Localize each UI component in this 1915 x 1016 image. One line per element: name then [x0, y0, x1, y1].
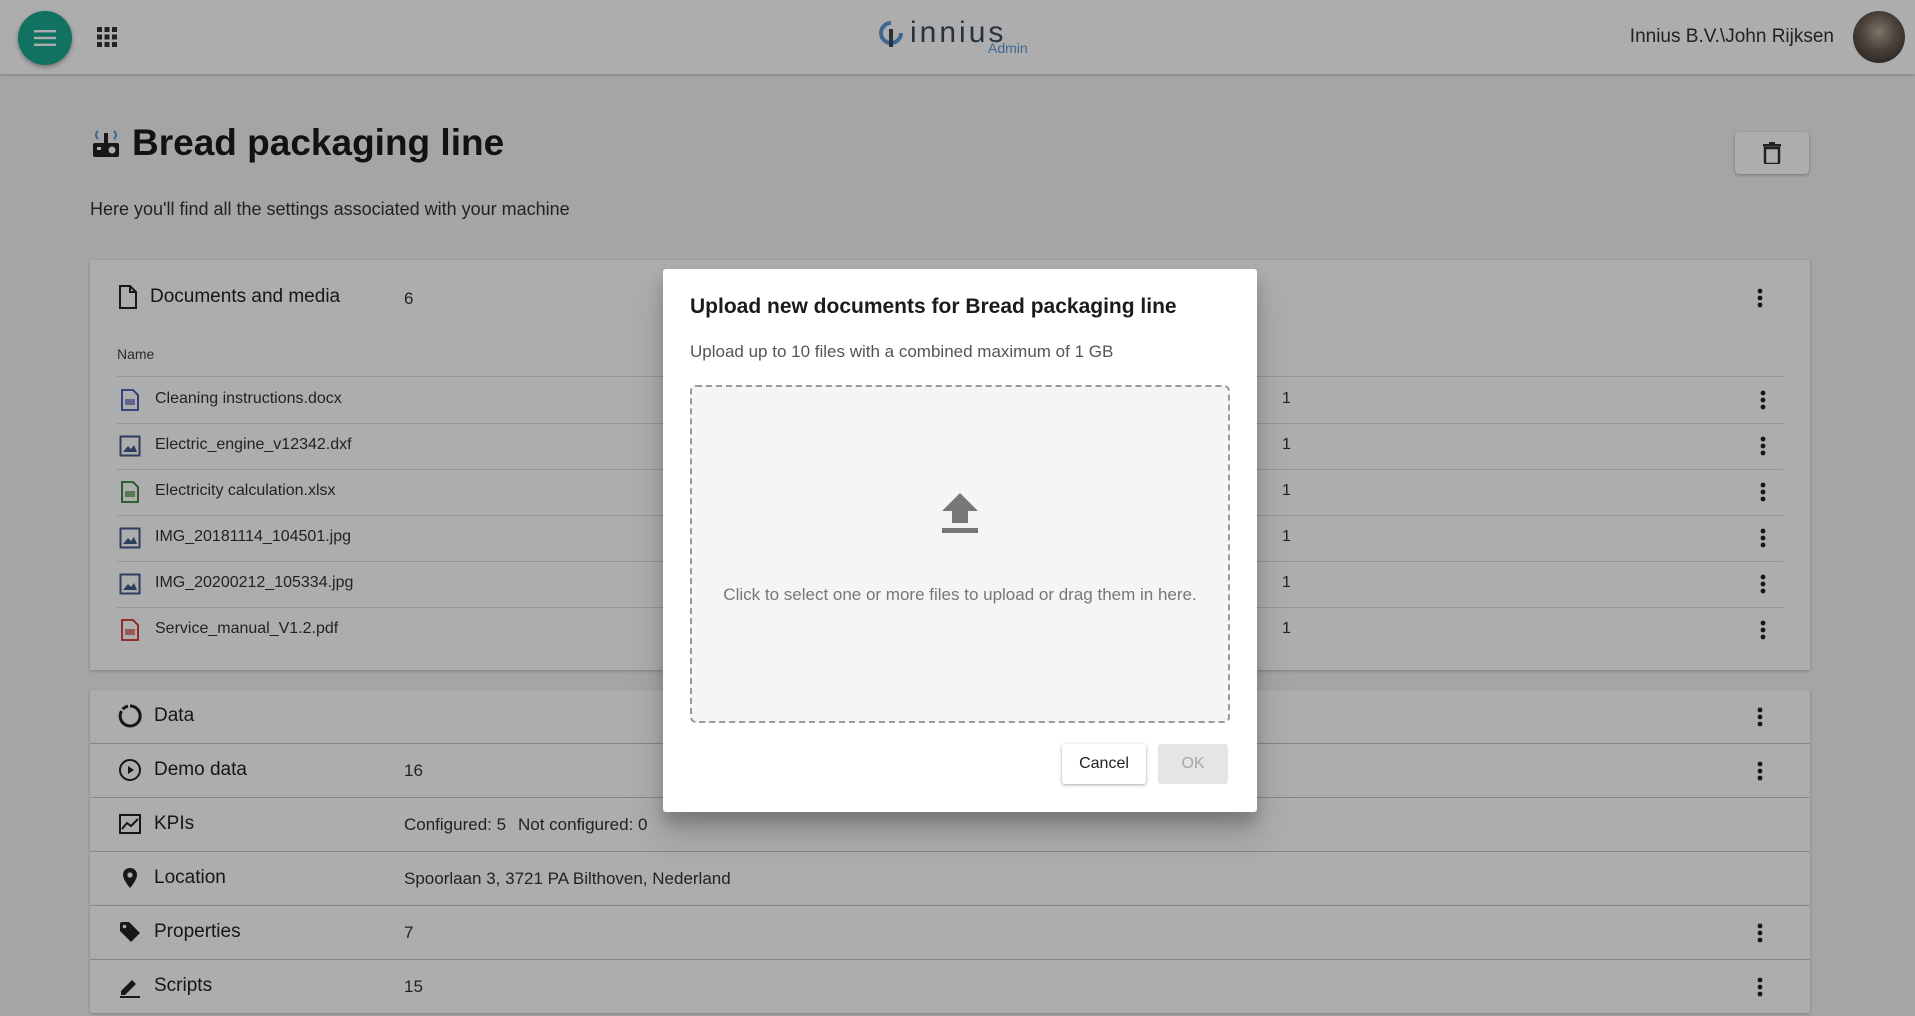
dialog-title: Upload new documents for Bread packaging…	[690, 295, 1177, 318]
dropzone-instructions: Click to select one or more files to upl…	[723, 585, 1197, 604]
cancel-button[interactable]: Cancel	[1062, 744, 1146, 784]
ok-button[interactable]: OK	[1158, 744, 1228, 784]
file-dropzone[interactable]: Click to select one or more files to upl…	[690, 385, 1230, 723]
upload-icon	[942, 493, 978, 533]
dialog-subtitle: Upload up to 10 files with a combined ma…	[690, 342, 1114, 361]
upload-dialog: Upload new documents for Bread packaging…	[663, 269, 1257, 812]
